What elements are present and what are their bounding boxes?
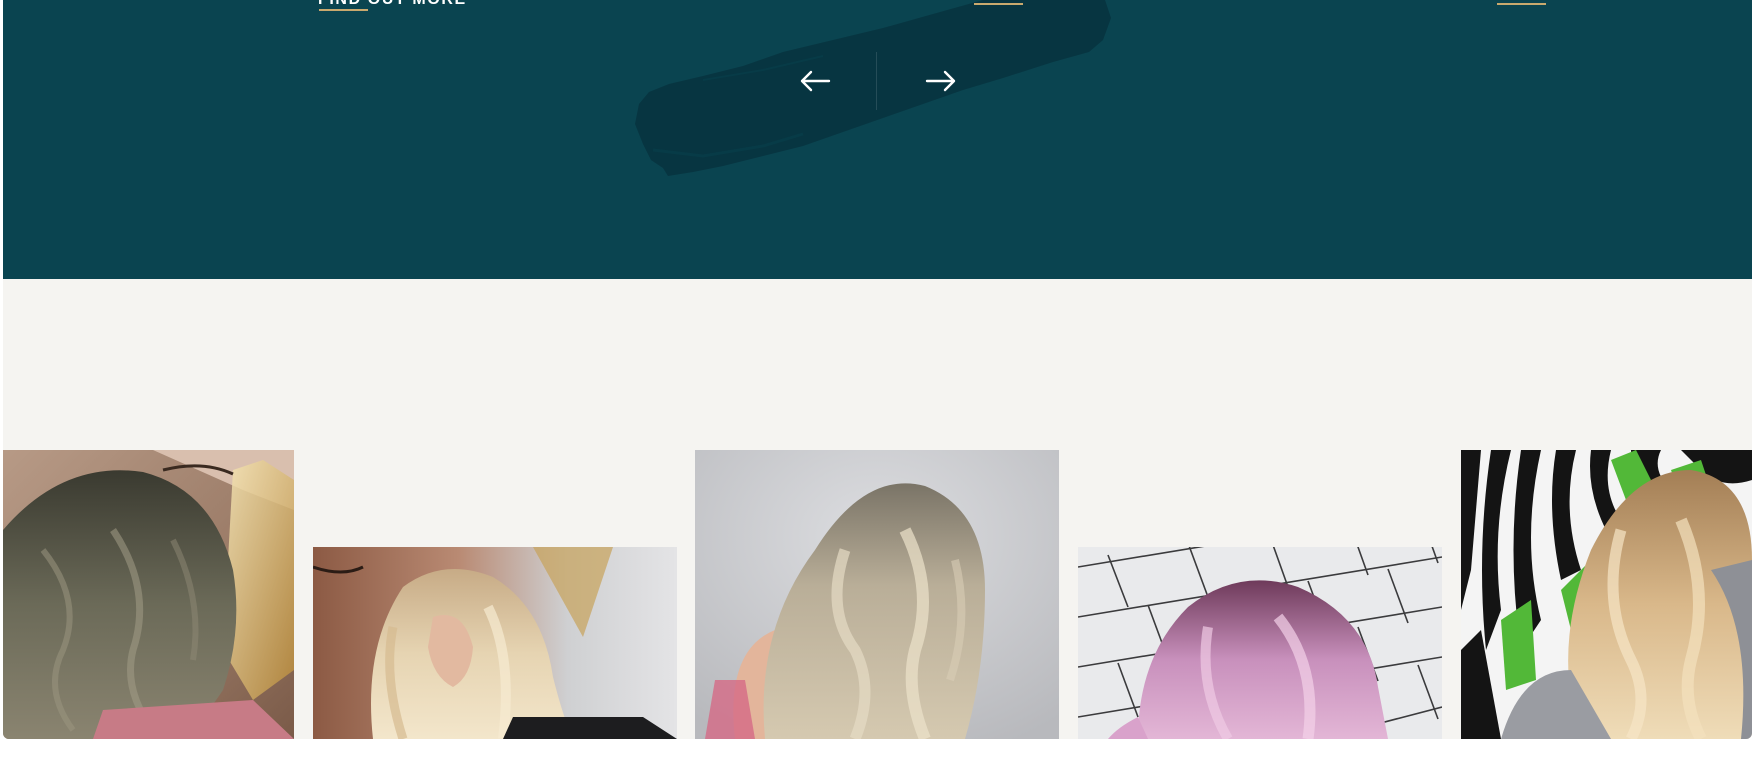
hero-section: FIND OUT MORE [3,0,1752,279]
hair-photo-image [3,450,294,739]
gallery-photo-blonde-waves[interactable] [313,547,677,739]
hair-photo-image [1078,547,1442,739]
arrow-left-icon [800,70,831,92]
hair-photo-image [695,450,1059,739]
next-slide-button[interactable] [911,56,971,106]
cta-underline [319,9,368,11]
gallery-photo-pink-bob[interactable] [1078,547,1442,739]
brush-stroke-decoration [635,0,1111,176]
arrow-divider [876,52,877,110]
previous-slide-button[interactable] [785,56,845,106]
gallery-photo-honey-blonde-curls[interactable] [1461,450,1752,739]
page-viewport: FIND OUT MORE [3,0,1752,739]
gallery-photo-silver-blonde-waves[interactable] [695,450,1059,739]
slide-tab-indicator[interactable] [974,3,1023,5]
hair-photo-image [1461,450,1752,739]
gallery-section [3,279,1752,739]
hair-photo-image [313,547,677,739]
slide-tab-indicator[interactable] [1497,3,1546,5]
arrow-right-icon [925,70,956,92]
gallery-photo-ash-brown-waves[interactable] [3,450,294,739]
find-out-more-link[interactable]: FIND OUT MORE [318,0,467,9]
